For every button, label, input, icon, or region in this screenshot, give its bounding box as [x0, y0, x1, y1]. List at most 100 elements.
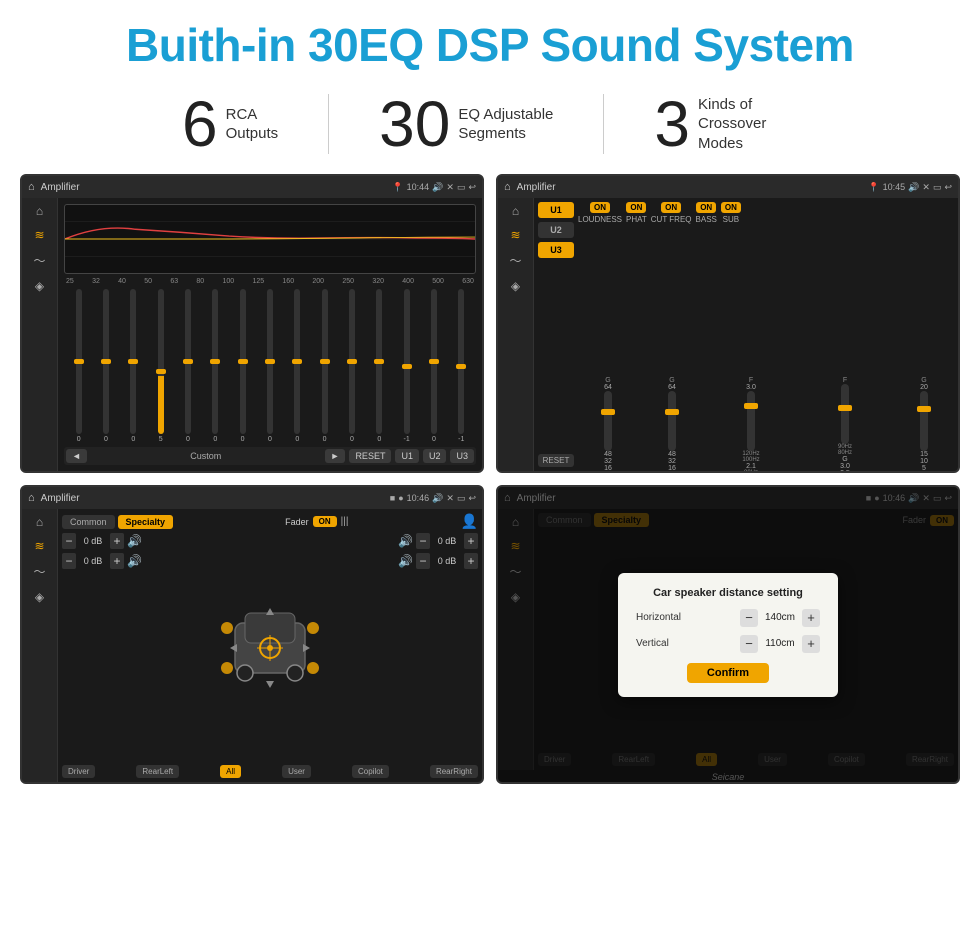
- channel-u3-button[interactable]: U3: [538, 242, 574, 258]
- channel-reset-button[interactable]: RESET: [538, 454, 574, 467]
- crossover-sidebar-wave[interactable]: 〜: [509, 252, 521, 269]
- eq-slider-1[interactable]: 0: [66, 289, 91, 443]
- fader-label: Fader: [285, 517, 309, 527]
- eq-sidebar-home[interactable]: ⌂: [36, 204, 43, 218]
- cutfreq-toggle[interactable]: ON: [661, 202, 681, 213]
- eq-slider-14[interactable]: 0: [421, 289, 446, 443]
- eq-reset-button[interactable]: RESET: [349, 449, 391, 463]
- fader-bars-icon: |||: [341, 516, 349, 527]
- eq-slider-2[interactable]: 0: [93, 289, 118, 443]
- horizontal-plus-button[interactable]: +: [802, 609, 820, 627]
- eq-slider-9[interactable]: 0: [285, 289, 310, 443]
- speaker-window-icon[interactable]: ▭: [457, 493, 466, 504]
- db-fr-plus[interactable]: +: [464, 533, 478, 549]
- dialog-vertical-row: Vertical − 110cm +: [636, 635, 820, 653]
- speaker-sidebar-eq[interactable]: ≋: [34, 539, 44, 553]
- eq-next-button[interactable]: ►: [325, 449, 346, 463]
- db-fl-plus[interactable]: +: [110, 533, 124, 549]
- crossover-sidebar: ⌂ ≋ 〜 ◈: [498, 198, 534, 471]
- tab-common[interactable]: Common: [62, 515, 115, 529]
- eq-icons: 📍 10:44 🔊 ✕ ▭ ↩: [392, 182, 476, 193]
- eq-slider-8[interactable]: 0: [257, 289, 282, 443]
- cutfreq-label: CUT FREQ: [651, 215, 692, 224]
- page-header: Buith-in 30EQ DSP Sound System: [0, 0, 980, 82]
- screen-speaker-dialog: ⌂ Amplifier ■ ● 10:46 🔊 ✕ ▭ ↩ ⌂ ≋ 〜 ◈: [496, 485, 960, 784]
- eq-u2-button[interactable]: U2: [423, 449, 447, 463]
- crossover-sidebar-home[interactable]: ⌂: [512, 204, 519, 218]
- horizontal-value: 140cm: [762, 612, 798, 623]
- btn-copilot[interactable]: Copilot: [352, 765, 389, 778]
- db-rr-value: 0 dB: [433, 556, 461, 566]
- vertical-minus-button[interactable]: −: [740, 635, 758, 653]
- db-fr-minus[interactable]: −: [416, 533, 430, 549]
- eq-close-icon[interactable]: ✕: [446, 182, 454, 193]
- stat-eq-label: EQ AdjustableSegments: [458, 105, 553, 144]
- confirm-button[interactable]: Confirm: [687, 663, 769, 683]
- db-rr-minus[interactable]: −: [416, 553, 430, 569]
- eq-slider-10[interactable]: 0: [312, 289, 337, 443]
- btn-driver[interactable]: Driver: [62, 765, 95, 778]
- fader-control: Fader ON |||: [285, 516, 348, 527]
- speaker-home-icon[interactable]: ⌂: [28, 492, 35, 504]
- btn-rear-right[interactable]: RearRight: [430, 765, 478, 778]
- screen-crossover: ⌂ Amplifier 📍 10:45 🔊 ✕ ▭ ↩ ⌂ ≋ 〜 ◈: [496, 174, 960, 473]
- crossover-home-icon[interactable]: ⌂: [504, 181, 511, 193]
- eq-sidebar-eq[interactable]: ≋: [34, 228, 44, 242]
- loudness-toggle[interactable]: ON: [590, 202, 610, 213]
- eq-slider-5[interactable]: 0: [175, 289, 200, 443]
- speaker-sidebar-home[interactable]: ⌂: [36, 515, 43, 529]
- eq-slider-12[interactable]: 0: [367, 289, 392, 443]
- speaker-title: Amplifier: [41, 493, 384, 504]
- speaker-sidebar-control[interactable]: ◈: [35, 590, 44, 604]
- speaker-back-icon[interactable]: ↩: [468, 493, 476, 504]
- crossover-back-icon[interactable]: ↩: [944, 182, 952, 193]
- tab-specialty[interactable]: Specialty: [118, 515, 174, 529]
- crossover-title: Amplifier: [517, 182, 863, 193]
- eq-u1-button[interactable]: U1: [395, 449, 419, 463]
- bass-label: BASS: [696, 215, 717, 224]
- user-icon[interactable]: 👤: [461, 513, 478, 530]
- stat-rca-label: RCAOutputs: [226, 105, 279, 144]
- btn-rear-left[interactable]: RearLeft: [136, 765, 179, 778]
- horizontal-minus-button[interactable]: −: [740, 609, 758, 627]
- bass-toggle[interactable]: ON: [696, 202, 716, 213]
- speaker-sidebar-wave[interactable]: 〜: [33, 563, 45, 580]
- db-rl-minus[interactable]: −: [62, 553, 76, 569]
- eq-sidebar-wave[interactable]: 〜: [33, 252, 45, 269]
- eq-slider-4[interactable]: 5: [148, 289, 173, 443]
- stat-rca: 6 RCAOutputs: [132, 92, 328, 156]
- eq-slider-11[interactable]: 0: [339, 289, 364, 443]
- crossover-sidebar-speaker[interactable]: ◈: [511, 279, 520, 293]
- db-rl-plus[interactable]: +: [110, 553, 124, 569]
- speaker-center: [148, 533, 392, 762]
- channel-u2-button[interactable]: U2: [538, 222, 574, 238]
- eq-home-icon[interactable]: ⌂: [28, 181, 35, 193]
- db-rr-plus[interactable]: +: [464, 553, 478, 569]
- phat-toggle[interactable]: ON: [626, 202, 646, 213]
- eq-slider-3[interactable]: 0: [121, 289, 146, 443]
- fader-toggle[interactable]: ON: [313, 516, 337, 527]
- eq-sidebar-speaker[interactable]: ◈: [35, 279, 44, 293]
- crossover-window-icon[interactable]: ▭: [933, 182, 942, 193]
- speaker-close-icon[interactable]: ✕: [446, 493, 454, 504]
- eq-prev-button[interactable]: ◄: [66, 449, 87, 463]
- crossover-topbar: ⌂ Amplifier 📍 10:45 🔊 ✕ ▭ ↩: [498, 176, 958, 198]
- sub-toggle[interactable]: ON: [721, 202, 741, 213]
- eq-slider-15[interactable]: -1: [449, 289, 474, 443]
- eq-topbar: ⌂ Amplifier 📍 10:44 🔊 ✕ ▭ ↩: [22, 176, 482, 198]
- speaker-controls-right: 🔊 − 0 dB + 🔊 − 0 dB +: [398, 533, 478, 762]
- eq-u3-button[interactable]: U3: [450, 449, 474, 463]
- vertical-plus-button[interactable]: +: [802, 635, 820, 653]
- btn-user[interactable]: User: [282, 765, 311, 778]
- eq-window-icon[interactable]: ▭: [457, 182, 466, 193]
- eq-slider-13[interactable]: -1: [394, 289, 419, 443]
- eq-slider-6[interactable]: 0: [203, 289, 228, 443]
- channel-u1-button[interactable]: U1: [538, 202, 574, 218]
- phat-col: ON PHAT: [626, 202, 647, 224]
- crossover-sidebar-eq[interactable]: ≋: [510, 228, 520, 242]
- eq-back-icon[interactable]: ↩: [468, 182, 476, 193]
- db-fl-minus[interactable]: −: [62, 533, 76, 549]
- btn-all[interactable]: All: [220, 765, 241, 778]
- crossover-close-icon[interactable]: ✕: [922, 182, 930, 193]
- eq-slider-7[interactable]: 0: [230, 289, 255, 443]
